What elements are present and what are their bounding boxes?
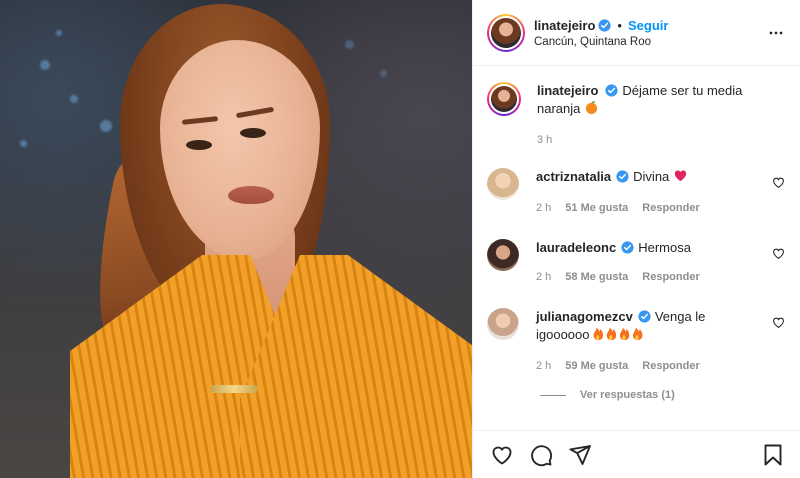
comment-icon[interactable] [528,442,554,468]
comment: actriznatalia Divina 2 h 51 Me gusta Res… [487,168,786,217]
background-light [40,60,50,70]
commenter-avatar[interactable] [487,168,519,200]
caption-time: 3 h [537,134,553,146]
reply-button[interactable]: Responder [642,357,699,375]
verified-badge-icon [638,310,651,323]
comment-text: Divina [633,169,670,184]
heart-icon[interactable] [489,442,515,468]
bookmark-icon[interactable] [760,442,786,468]
post-header: linatejeiro • Seguir Cancún, Quintana Ro… [473,0,800,66]
separator-dot: • [617,17,622,33]
comment-likes[interactable]: 51 Me gusta [565,199,628,217]
gold-necklace [210,385,258,393]
commenter-avatar[interactable] [487,308,519,340]
commenter-username[interactable]: lauradeleonc [536,240,616,255]
replies-divider [540,394,566,396]
fire-icons [590,326,646,346]
right-eye [240,128,266,138]
share-icon[interactable] [567,442,593,468]
comment: lauradeleonc Hermosa 2 h 58 Me gusta Res… [487,239,786,286]
comment-time: 2 h [536,271,552,283]
verified-badge-icon [605,84,619,97]
author-username[interactable]: linatejeiro [534,18,595,33]
background-light [345,40,354,49]
verified-badge-icon [621,241,634,254]
view-replies-button[interactable]: Ver respuestas (1) [540,389,786,401]
caption: linatejeiro Déjame ser tu media naranja [487,82,786,120]
background-light [100,120,112,132]
more-options-icon[interactable] [764,21,788,45]
caption-avatar[interactable] [487,82,521,116]
comment-likes[interactable]: 58 Me gusta [565,268,628,286]
red-heart-icon [673,168,688,188]
like-comment-heart-icon[interactable] [772,316,786,330]
background-light [56,30,62,36]
post-side-panel: linatejeiro • Seguir Cancún, Quintana Ro… [472,0,800,478]
fire-icon [593,327,603,341]
instagram-post: linatejeiro • Seguir Cancún, Quintana Ro… [0,0,800,478]
background-light [380,70,387,77]
lips [228,186,274,204]
verified-badge-icon [598,18,612,32]
location-link[interactable]: Cancún, Quintana Roo [534,36,764,48]
background-light [70,95,78,103]
author-avatar[interactable] [487,13,525,52]
verified-badge-icon [616,170,629,183]
like-comment-heart-icon[interactable] [772,176,786,190]
background-light [20,140,27,147]
follow-button[interactable]: Seguir [628,18,668,33]
post-actions [473,430,800,478]
reply-button[interactable]: Responder [642,268,699,286]
comment-time: 2 h [536,202,552,214]
comment-time: 2 h [536,360,552,372]
comment-text: Hermosa [638,240,691,255]
left-eye [186,140,212,150]
commenter-username[interactable]: julianagomezcv [536,309,633,324]
comment: julianagomezcv Venga le igoooooo 2 h 59 … [487,308,786,375]
commenter-avatar[interactable] [487,239,519,271]
comment-likes[interactable]: 59 Me gusta [565,357,628,375]
view-replies-label: Ver respuestas (1) [580,389,675,401]
post-photo[interactable] [0,0,472,478]
caption-username[interactable]: linatejeiro [537,83,598,98]
commenter-username[interactable]: actriznatalia [536,169,611,184]
orange-fruit-icon [584,100,599,120]
reply-button[interactable]: Responder [642,199,699,217]
like-comment-heart-icon[interactable] [772,247,786,261]
comments-section: linatejeiro Déjame ser tu media naranja … [473,66,800,430]
